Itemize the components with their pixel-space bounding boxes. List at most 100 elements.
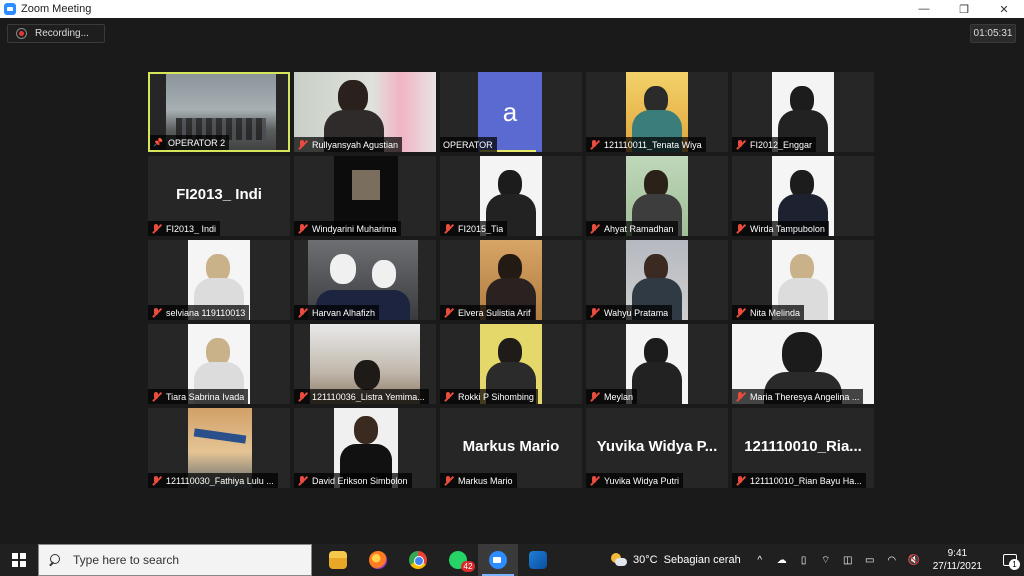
participant-tile[interactable]: Ahyat Ramadhan — [586, 156, 728, 236]
mic-muted-icon — [735, 475, 745, 486]
participant-namebar: 121110010_Rian Bayu Ha... — [732, 473, 866, 488]
participant-tile[interactable]: Nita Melinda — [732, 240, 874, 320]
participant-name: Harvan Alhafizh — [312, 307, 376, 318]
clock-date: 27/11/2021 — [932, 561, 982, 572]
record-icon — [16, 28, 27, 39]
taskbar-search[interactable]: Type here to search — [38, 544, 312, 576]
participant-namebar: Maria Theresya Angelina ... — [732, 389, 864, 404]
participant-tile[interactable]: David Erikson Simbolon — [294, 408, 436, 488]
wifi-icon[interactable]: ◠ — [885, 554, 899, 566]
wifi-settings-icon[interactable]: ⌔ — [819, 554, 833, 566]
participant-tile[interactable]: Markus Mario Markus Mario — [440, 408, 582, 488]
mic-muted-icon — [297, 139, 307, 150]
participant-tile[interactable]: 121110010_Ria... 121110010_Rian Bayu Ha.… — [732, 408, 874, 488]
weather-temp: 30°C — [633, 554, 658, 566]
close-button[interactable]: ✕ — [984, 0, 1024, 18]
taskbar-app-file-explorer[interactable] — [318, 544, 358, 576]
participant-tile[interactable]: Tiara Sabrina Ivada — [148, 324, 290, 404]
participant-tile[interactable]: selviana 119110013 — [148, 240, 290, 320]
participant-tile[interactable]: 121110030_Fathiya Lulu ... — [148, 408, 290, 488]
participant-name: Elvera Sulistia Arif — [458, 307, 531, 318]
title-bar: Zoom Meeting — ❐ ✕ — [0, 0, 1024, 18]
weather-widget[interactable]: 30°C Sebagian cerah — [611, 553, 741, 567]
participant-name: Tiara Sabrina Ivada — [166, 391, 245, 402]
participant-namebar: Meylan — [586, 389, 638, 404]
firefox-icon — [369, 551, 387, 569]
participant-tile[interactable]: 121110036_Listra Yemima... — [294, 324, 436, 404]
volume-muted-icon[interactable]: 🔇 — [907, 554, 921, 566]
participant-tile[interactable]: Yuvika Widya P... Yuvika Widya Putri — [586, 408, 728, 488]
participant-namebar: FI2013_ Indi — [148, 221, 221, 236]
participant-namebar: David Erikson Simbolon — [294, 473, 412, 488]
participant-name: FI2015_Tia — [458, 223, 504, 234]
mic-muted-icon — [297, 391, 307, 402]
recording-indicator[interactable]: Recording... — [7, 24, 105, 43]
participant-namebar: Tiara Sabrina Ivada — [148, 389, 249, 404]
participant-namebar: Harvan Alhafizh — [294, 305, 380, 320]
participant-name: Ahyat Ramadhan — [604, 223, 674, 234]
participant-namebar: 121110011_Tenata Wiya — [586, 137, 706, 152]
participant-tile[interactable]: FI2015_Tia — [440, 156, 582, 236]
taskbar-app-zoom[interactable] — [478, 544, 518, 576]
clock[interactable]: 9:41 27/11/2021 — [933, 547, 982, 573]
mic-muted-icon — [151, 391, 161, 402]
participant-tile[interactable]: a OPERATOR — [440, 72, 582, 152]
tray-expand-icon[interactable]: ^ — [753, 554, 767, 566]
cloud-icon[interactable]: ☁ — [775, 554, 789, 566]
camera-icon[interactable]: ◫ — [841, 554, 855, 566]
device-icon[interactable]: ▯ — [797, 554, 811, 566]
participant-tile[interactable]: Meylan — [586, 324, 728, 404]
participant-tile[interactable]: FI2013_ Indi FI2013_ Indi — [148, 156, 290, 236]
taskbar-app-chrome[interactable] — [398, 544, 438, 576]
participant-tile[interactable]: FI2012_Enggar — [732, 72, 874, 152]
participant-tile[interactable]: Wahyu Pratama — [586, 240, 728, 320]
mic-muted-icon — [735, 223, 745, 234]
taskbar-apps: 42 — [318, 544, 558, 576]
pin-icon: 📌 — [153, 138, 163, 147]
participant-namebar: Yuvika Widya Putri — [586, 473, 684, 488]
participant-tile[interactable]: Rullyansyah Agustian — [294, 72, 436, 152]
taskbar-app-whatsapp[interactable]: 42 — [438, 544, 478, 576]
participant-name: Wirda Tampubolon — [750, 223, 825, 234]
zoom-app-icon — [4, 3, 16, 15]
participant-name: Wahyu Pratama — [604, 307, 669, 318]
participant-tile[interactable]: 📌 OPERATOR 2 — [148, 72, 290, 152]
mic-muted-icon — [735, 307, 745, 318]
chrome-icon — [409, 551, 427, 569]
participant-display-name: Markus Mario — [462, 438, 560, 455]
mic-muted-icon — [589, 391, 599, 402]
mic-muted-icon — [443, 475, 453, 486]
participant-tile[interactable]: Maria Theresya Angelina ... — [732, 324, 874, 404]
partly-sunny-icon — [611, 553, 628, 567]
participant-namebar: Wirda Tampubolon — [732, 221, 829, 236]
restore-button[interactable]: ❐ — [944, 0, 984, 18]
taskbar-app-media[interactable] — [518, 544, 558, 576]
participant-name: Windyarini Muharima — [312, 223, 397, 234]
mic-muted-icon — [297, 307, 307, 318]
participant-name: Maria Theresya Angelina ... — [750, 391, 860, 402]
participant-tile[interactable]: 121110011_Tenata Wiya — [586, 72, 728, 152]
participant-tile[interactable]: Wirda Tampubolon — [732, 156, 874, 236]
participant-name: 121110010_Rian Bayu Ha... — [750, 475, 862, 486]
participant-tile[interactable]: Windyarini Muharima — [294, 156, 436, 236]
notification-center-button[interactable]: 1 — [996, 544, 1024, 576]
notification-count: 1 — [1009, 559, 1020, 570]
participant-namebar: 121110030_Fathiya Lulu ... — [148, 473, 278, 488]
participant-namebar: Windyarini Muharima — [294, 221, 401, 236]
meeting-area: Recording... 01:05:31 📌 OPERATOR 2 Rully… — [0, 18, 1024, 544]
participant-tile[interactable]: Harvan Alhafizh — [294, 240, 436, 320]
participant-tile[interactable]: Elvera Sulistia Arif — [440, 240, 582, 320]
battery-icon[interactable]: ▭ — [863, 554, 877, 566]
zoom-icon — [489, 551, 507, 569]
start-button[interactable] — [0, 544, 38, 576]
mic-muted-icon — [735, 139, 745, 150]
recording-label: Recording... — [35, 28, 89, 39]
minimize-button[interactable]: — — [904, 0, 944, 18]
taskbar: Type here to search 42 30°C Sebagian cer… — [0, 544, 1024, 576]
participant-name: OPERATOR 2 — [167, 137, 226, 148]
participant-tile[interactable]: Rokki P Sihombing — [440, 324, 582, 404]
mic-muted-icon — [443, 223, 453, 234]
taskbar-app-firefox[interactable] — [358, 544, 398, 576]
folder-icon — [329, 551, 347, 569]
participant-namebar: OPERATOR — [440, 137, 497, 152]
